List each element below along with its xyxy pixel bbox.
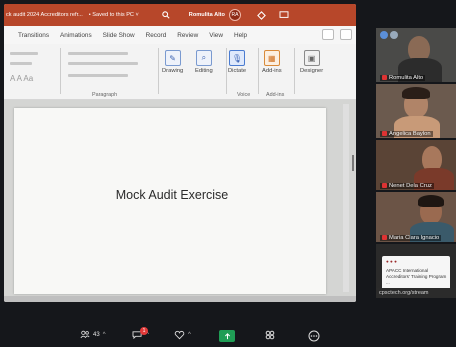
participants-button[interactable]: 43 ^ [80,330,106,339]
slide-workspace: Mock Audit Exercise [4,100,356,296]
participant-name: Nenet Dela Cruz [380,182,434,189]
designer-button[interactable]: ▣ Designer [300,50,323,74]
stream-url[interactable]: cpsctech.org/stream [376,288,456,298]
chat-badge: 1 [140,327,148,335]
more-icon[interactable] [390,31,398,39]
drawing-label: Drawing [162,68,184,74]
tab-slide-show[interactable]: Slide Show [103,32,146,39]
addins-group-label: Add-ins [266,92,285,98]
font-name-box[interactable] [10,52,38,55]
shared-card: ● ● ● APACC International Accreditors' T… [382,256,450,290]
ribbon-separator [60,48,61,94]
participant-tile[interactable]: Romulita Alto [376,28,456,82]
heart-icon [174,330,185,340]
status-bar [4,296,356,302]
powerpoint-window: ck audit 2024 Accreditors refr... • Save… [4,4,356,302]
participant-name: Angelica Baylon [380,130,433,137]
participant-tile[interactable]: Maria Clara Ignacio [376,192,456,242]
pin-icon[interactable] [380,31,388,39]
saved-status[interactable]: • Saved to this PC ˅ [89,12,139,18]
search-icon[interactable] [161,10,171,20]
grid-icon: ▦ [263,50,280,66]
title-bar: ck audit 2024 Accreditors refr... • Save… [4,4,356,26]
participant-hair [418,195,444,207]
drawing-button[interactable]: ✎ Drawing [162,50,183,74]
participants-count: 43 [93,331,100,338]
addins-button[interactable]: ▦ Add-ins [262,50,282,74]
comments-button[interactable] [322,29,334,40]
chevron-up-icon[interactable]: ^ [103,332,106,338]
vertical-scrollbar[interactable] [343,104,349,292]
chevron-up-icon[interactable]: ^ [188,332,191,338]
indent-controls[interactable] [68,62,138,65]
share-ribbon-button[interactable] [340,29,352,40]
participant-hair [402,87,430,99]
voice-group-label: Voice [237,92,251,98]
dictate-label: Dictate [228,68,247,74]
tab-record[interactable]: Record [146,32,178,39]
chat-button[interactable]: 1 ^ [132,327,149,339]
font-format-row[interactable]: A A Aa [10,74,33,83]
apps-button[interactable] [265,330,275,340]
dictate-button[interactable]: 🎙 Dictate [228,50,246,74]
designer-icon: ▣ [303,50,320,66]
microphone-icon: 🎙 [229,50,246,66]
participant-name: Maria Clara Ignacio [380,234,442,241]
share-screen-button[interactable] [219,330,235,342]
addins-label: Add-ins [262,68,282,74]
present-icon[interactable] [279,10,289,20]
people-icon [80,330,90,339]
tab-help[interactable]: Help [234,32,258,39]
shared-screen-tile[interactable]: ● ● ● APACC International Accreditors' T… [376,244,456,298]
editing-label: Editing [195,68,213,74]
mic-muted-icon [382,74,387,80]
font-size-box[interactable] [10,62,32,65]
tab-review[interactable]: Review [177,32,209,39]
drawing-icon: ✎ [164,50,181,66]
more-icon [308,330,320,342]
document-name[interactable]: ck audit 2024 Accreditors refr... [6,12,83,18]
ribbon-separator [294,48,295,94]
card-line-2: Accreditors' Training Program [386,274,447,279]
meeting-toolbar: 43 ^ 1 ^ ^ [0,318,456,347]
share-screen-icon [219,330,235,342]
diamond-icon[interactable] [257,10,267,20]
editing-button[interactable]: ⌕ Editing [195,50,213,74]
participant-strip: Romulita Alto Angelica Baylon Nenet Dela… [376,28,456,298]
mic-muted-icon [382,130,387,136]
designer-label: Designer [300,68,324,74]
align-controls[interactable] [68,74,128,77]
paragraph-group-label: Paragraph [92,92,118,98]
apps-icon [265,330,275,340]
panel-resize-handle[interactable] [352,155,354,171]
mic-muted-icon [382,182,387,188]
mic-muted-icon [382,234,387,240]
participant-tile[interactable]: Angelica Baylon [376,84,456,138]
ribbon-separator [258,48,259,94]
tab-transitions[interactable]: Transitions [4,32,60,39]
user-avatar[interactable]: RA [228,9,241,21]
user-name: Romulita Alto [188,12,225,18]
ribbon-separator [226,48,227,94]
list-controls[interactable] [68,52,128,55]
slide-title[interactable]: Mock Audit Exercise [14,188,326,202]
ribbon: A A Aa Paragraph ✎ Drawing ⌕ Editing 🎙 D… [4,44,356,100]
ribbon-tabs: Transitions Animations Slide Show Record… [4,26,356,44]
participant-name: Romulita Alto [380,74,426,81]
tab-view[interactable]: View [209,32,234,39]
reactions-button[interactable]: ^ [174,330,191,340]
more-button[interactable] [308,330,320,342]
find-icon: ⌕ [195,50,212,66]
card-line-1: APACC International [386,268,429,273]
tab-animations[interactable]: Animations [60,32,103,39]
ribbon-separator [158,48,159,94]
slide-canvas[interactable]: Mock Audit Exercise [14,108,326,294]
card-logo-row: ● ● ● [386,259,397,264]
participant-tile[interactable]: Nenet Dela Cruz [376,140,456,190]
card-line-3: ... [386,280,390,285]
